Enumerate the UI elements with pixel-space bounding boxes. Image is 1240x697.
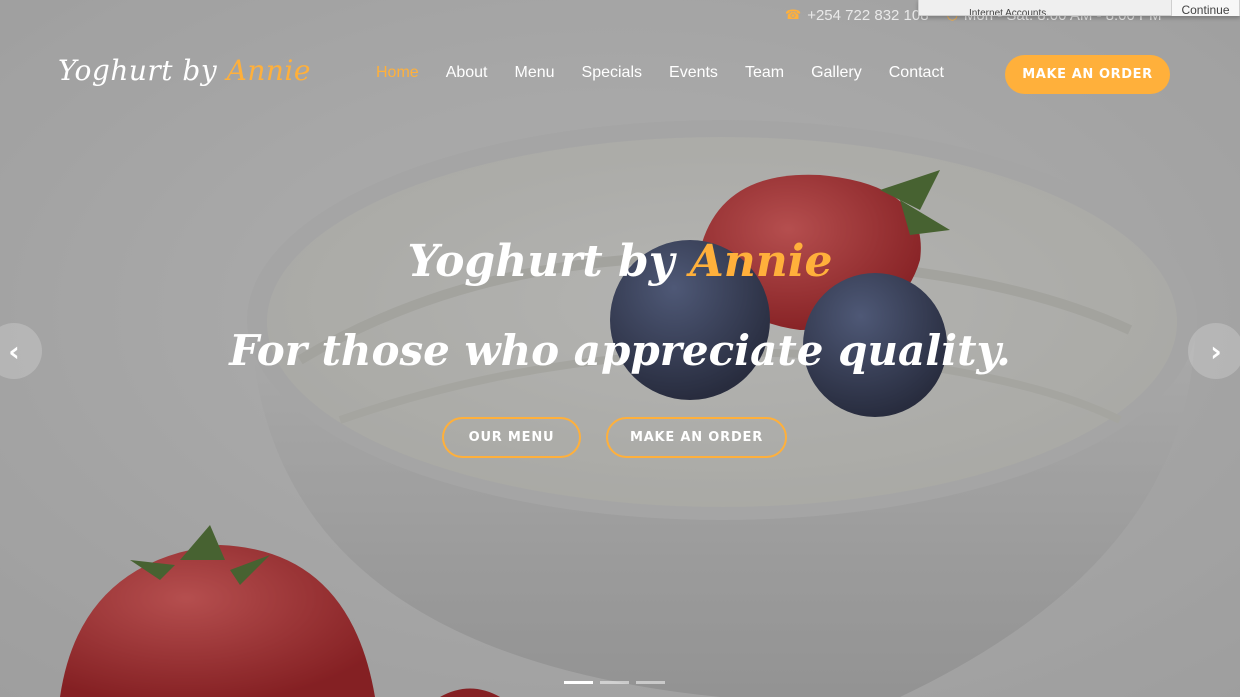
hero-subtitle: For those who appreciate quality. <box>229 326 1011 375</box>
hero-title: Yoghurt by Annie <box>0 236 1240 287</box>
nav-item-contact[interactable]: Contact <box>889 64 944 82</box>
nav-item-team[interactable]: Team <box>745 64 784 82</box>
chevron-left-icon: ‹ <box>8 334 20 368</box>
logo-accent: Annie <box>226 54 311 87</box>
popup-text: Internet Accounts. <box>969 9 1050 15</box>
nav-item-specials[interactable]: Specials <box>582 64 642 82</box>
nav-item-home[interactable]: Home <box>376 64 419 82</box>
carousel-indicators <box>564 681 665 684</box>
carousel-indicator[interactable] <box>600 681 629 684</box>
header-make-order-button[interactable]: MAKE AN ORDER <box>1005 55 1170 94</box>
phone-number: +254 722 832 108 <box>807 6 929 24</box>
hero-title-main: Yoghurt by <box>407 236 675 287</box>
nav-item-about[interactable]: About <box>446 64 488 82</box>
our-menu-button[interactable]: OUR MENU <box>442 417 581 458</box>
hero-make-order-button[interactable]: MAKE AN ORDER <box>606 417 787 458</box>
topbar-phone: ☎ +254 722 832 108 <box>785 7 929 24</box>
popup-continue-button[interactable]: Continue <box>1171 0 1239 16</box>
nav-item-gallery[interactable]: Gallery <box>811 64 862 82</box>
browser-popup: Internet Accounts. Continue <box>918 0 1240 16</box>
nav-item-events[interactable]: Events <box>669 64 718 82</box>
logo-text: Yoghurt by <box>58 54 218 87</box>
site-logo[interactable]: Yoghurt by Annie <box>58 54 311 87</box>
phone-icon: ☎ <box>785 7 802 22</box>
chevron-right-icon: › <box>1210 334 1222 368</box>
carousel-indicator[interactable] <box>564 681 593 684</box>
carousel-next-button[interactable]: › <box>1188 323 1240 379</box>
carousel-indicator[interactable] <box>636 681 665 684</box>
hero-title-accent: Annie <box>689 236 833 287</box>
main-nav: Home About Menu Specials Events Team Gal… <box>376 64 971 82</box>
nav-item-menu[interactable]: Menu <box>515 64 555 82</box>
